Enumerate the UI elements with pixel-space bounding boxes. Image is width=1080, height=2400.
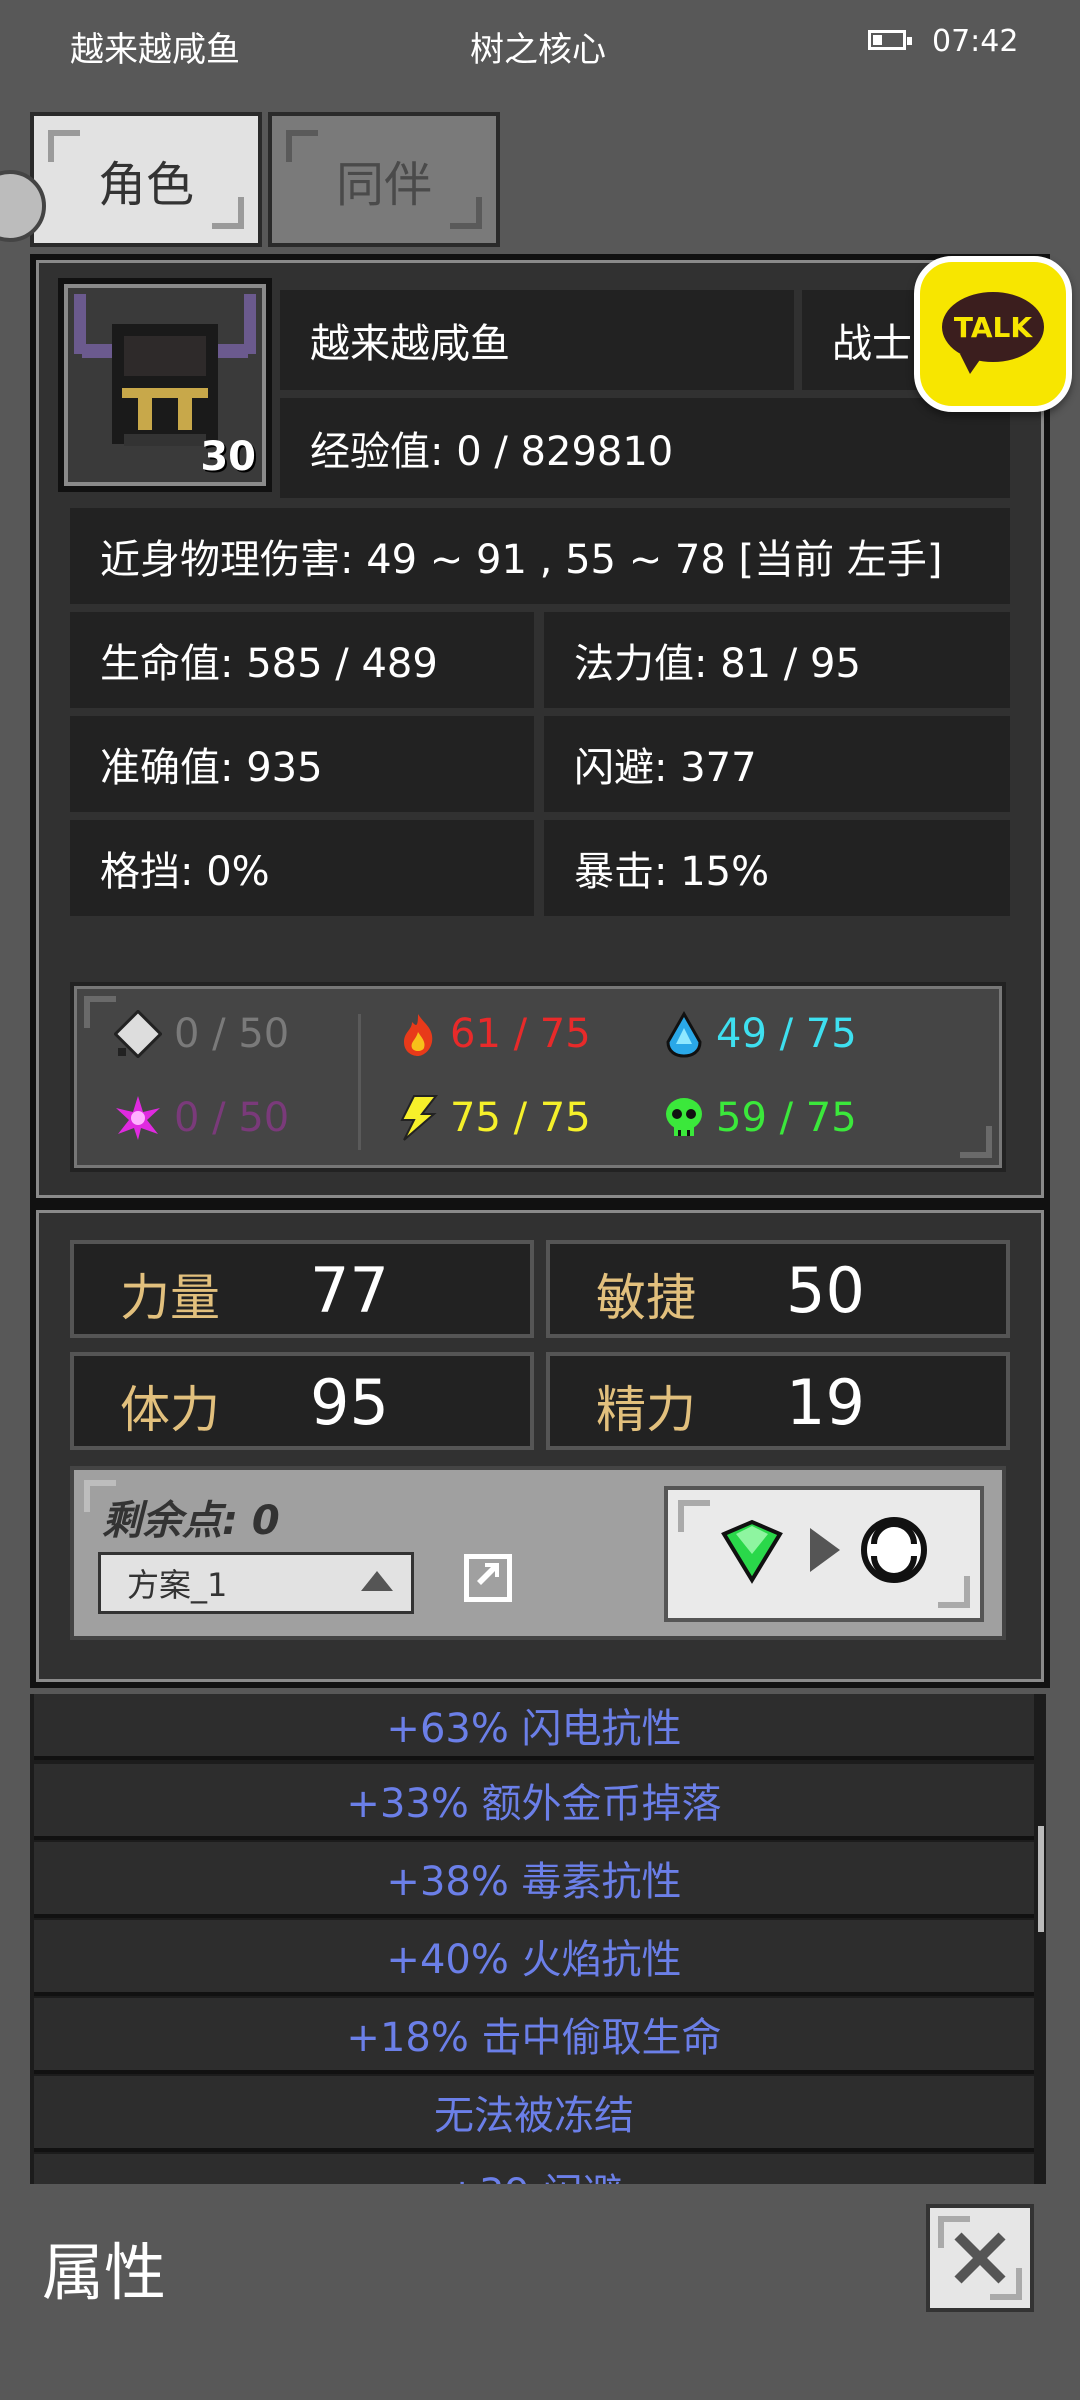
arcane-icon xyxy=(116,1096,160,1140)
bonus-list[interactable]: +63% 闪电抗性 +33% 额外金币掉落 +38% 毒素抗性 +40% 火焰抗… xyxy=(30,1694,1046,2184)
attribute-agility-value: 50 xyxy=(786,1254,865,1327)
list-item: +18% 击中偷取生命 xyxy=(34,1998,1034,2074)
water-icon xyxy=(666,1010,702,1058)
arcane-resistance: 0 / 50 xyxy=(174,1095,290,1141)
lightning-icon xyxy=(400,1095,439,1141)
attribute-strength: 力量 77 xyxy=(70,1240,534,1338)
melee-damage: 近身物理伤害: 49 ~ 91 , 55 ~ 78 [当前 左手] xyxy=(70,508,1010,604)
fire-resistance: 61 / 75 xyxy=(450,1011,591,1057)
status-left-text: 越来越咸鱼 xyxy=(70,30,240,70)
stat-critical: 暴击: 15% xyxy=(544,820,1010,916)
attribute-energy-label: 精力 xyxy=(596,1381,696,1439)
poison-skull-icon xyxy=(666,1098,702,1136)
experience-value: 经验值: 0 / 829810 xyxy=(280,398,1010,498)
physical-icon xyxy=(114,1010,162,1058)
status-center-text: 树之核心 xyxy=(470,30,606,70)
plan-selector-value: 方案_1 xyxy=(127,1566,228,1604)
attribute-strength-label: 力量 xyxy=(120,1269,220,1327)
character-level: 30 xyxy=(200,434,256,480)
gem-icon xyxy=(721,1519,783,1584)
reset-icon xyxy=(861,1517,927,1583)
attribute-agility-label: 敏捷 xyxy=(596,1269,696,1327)
battery-icon xyxy=(868,30,912,50)
caret-up-icon xyxy=(361,1571,393,1591)
remaining-points-panel: 剩余点: 0 方案_1 xyxy=(70,1466,1006,1640)
tab-character-label: 角色 xyxy=(97,156,194,213)
stat-accuracy: 准确值: 935 xyxy=(70,716,534,812)
plan-selector[interactable]: 方案_1 xyxy=(98,1552,414,1614)
fire-icon xyxy=(404,1014,433,1056)
list-item: +40% 火焰抗性 xyxy=(34,1920,1034,1996)
list-item: +39 闪避 xyxy=(34,2154,1034,2184)
page-title: 属性 xyxy=(42,2236,167,2309)
talk-label: TALK xyxy=(942,292,1044,362)
poison-resistance: 59 / 75 xyxy=(716,1095,857,1141)
arrow-right-icon xyxy=(810,1528,840,1572)
physical-resistance: 0 / 50 xyxy=(174,1011,290,1057)
attribute-vitality-value: 95 xyxy=(310,1366,389,1439)
attribute-agility: 敏捷 50 xyxy=(546,1240,1010,1338)
attribute-energy-value: 19 xyxy=(786,1366,865,1439)
list-scrollbar[interactable] xyxy=(1038,1826,1044,1932)
respec-button[interactable] xyxy=(664,1486,984,1622)
close-icon xyxy=(954,2232,1006,2284)
water-resistance: 49 / 75 xyxy=(716,1011,857,1057)
remaining-points: 剩余点: 0 xyxy=(102,1498,280,1544)
list-item: +33% 额外金币掉落 xyxy=(34,1764,1034,1840)
tab-companion[interactable]: 同伴 xyxy=(268,112,500,247)
character-portrait: 30 xyxy=(58,278,272,492)
lightning-resistance: 75 / 75 xyxy=(450,1095,591,1141)
tab-companion-label: 同伴 xyxy=(335,156,432,213)
list-item: +63% 闪电抗性 xyxy=(34,1694,1034,1760)
stat-evasion: 闪避: 377 xyxy=(544,716,1010,812)
list-item: 无法被冻结 xyxy=(34,2076,1034,2152)
tab-character[interactable]: 角色 xyxy=(30,112,262,247)
stat-mp: 法力值: 81 / 95 xyxy=(544,612,1010,708)
close-button[interactable] xyxy=(926,2204,1034,2312)
attribute-energy: 精力 19 xyxy=(546,1352,1010,1450)
talk-button[interactable]: TALK xyxy=(914,256,1072,412)
attribute-strength-value: 77 xyxy=(310,1254,389,1327)
list-item: +38% 毒素抗性 xyxy=(34,1842,1034,1918)
status-time: 07:42 xyxy=(932,24,1019,59)
stat-block: 格挡: 0% xyxy=(70,820,534,916)
export-icon[interactable] xyxy=(464,1554,512,1602)
stat-hp: 生命值: 585 / 489 xyxy=(70,612,534,708)
resistance-panel: 0 / 50 61 / 75 49 / 75 0 / 50 75 / 75 59… xyxy=(70,982,1006,1172)
attribute-vitality-label: 体力 xyxy=(120,1381,220,1439)
character-name: 越来越咸鱼 xyxy=(280,290,794,390)
attribute-vitality: 体力 95 xyxy=(70,1352,534,1450)
